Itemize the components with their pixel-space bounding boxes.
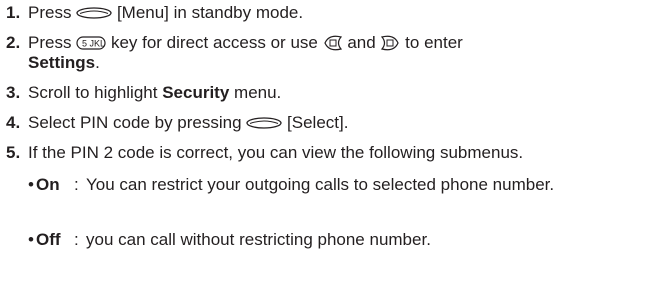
step-text: If the PIN 2 code is correct, you can vi… [28, 143, 524, 162]
submenu-term: Off [36, 230, 61, 249]
step-text: Press [Menu] in standby mode. [28, 3, 304, 22]
submenu-description: you can call without restricting phone n… [86, 230, 431, 249]
step-text: Scroll to highlight Security menu. [28, 83, 282, 102]
step-number: 1. [6, 3, 21, 22]
right-nav-key-icon [380, 35, 400, 51]
submenu-description: You can restrict your outgoing calls to … [86, 175, 555, 194]
security-label: Security [162, 83, 230, 102]
step-number: 2. [6, 33, 21, 52]
soft-key-icon [76, 6, 112, 19]
step-text: Press 5 JKL key for direct access or use… [28, 33, 463, 72]
left-nav-key-icon [323, 35, 343, 51]
step-text: Select PIN code by pressing [Select]. [28, 113, 349, 132]
bullet: • [28, 175, 34, 194]
bullet: • [28, 230, 34, 249]
svg-text:5 JKL: 5 JKL [82, 38, 105, 48]
5-jkl-key-icon: 5 JKL [76, 35, 106, 50]
step-number: 4. [6, 113, 21, 132]
settings-label: Settings [28, 53, 96, 72]
submenu-term: On [36, 175, 60, 194]
submenu-item-on: • On : You can restrict your outgoing ca… [28, 175, 651, 219]
step-number: 3. [6, 83, 21, 102]
instruction-page: 1. Press [Menu] in standby mode. 2. Pres… [0, 0, 657, 285]
soft-key-icon [246, 116, 282, 129]
step-number: 5. [6, 143, 21, 162]
